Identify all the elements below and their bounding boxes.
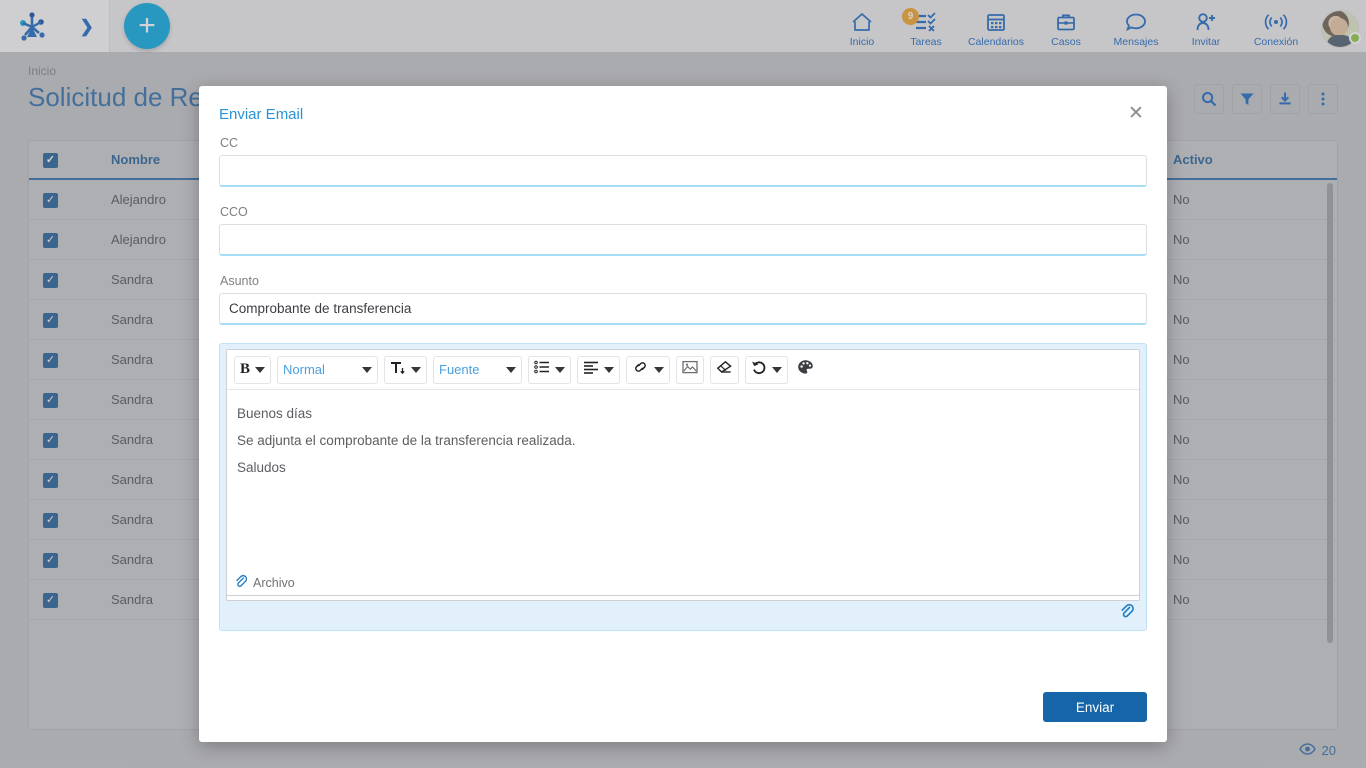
list-button[interactable]: [528, 356, 571, 384]
chevron-down-icon[interactable]: [654, 367, 664, 373]
email-form: CC CCO Asunto Comprobante de transferenc…: [219, 136, 1147, 631]
chevron-down-icon[interactable]: [555, 367, 565, 373]
attachment-label: Archivo: [253, 576, 295, 590]
link-icon: [632, 360, 649, 379]
close-icon[interactable]: ✕: [1125, 102, 1147, 124]
chevron-down-icon[interactable]: [772, 367, 782, 373]
text-size-icon: [390, 360, 406, 380]
link-button[interactable]: [626, 356, 670, 384]
color-button[interactable]: [794, 356, 817, 384]
chevron-down-icon[interactable]: [411, 367, 421, 373]
send-email-modal: Enviar Email ✕ CC CCO Asunto Comprobante…: [199, 86, 1167, 742]
image-icon: [682, 360, 698, 379]
rich-text-editor: B Normal Fuente: [219, 343, 1147, 631]
editor-box: B Normal Fuente: [226, 349, 1140, 601]
bold-button[interactable]: B: [234, 356, 271, 384]
undo-button[interactable]: [745, 356, 788, 384]
attach-file-button[interactable]: [1119, 603, 1134, 624]
bold-icon: B: [240, 361, 250, 378]
chevron-down-icon[interactable]: [604, 367, 614, 373]
editor-toolbar: B Normal Fuente: [227, 350, 1139, 390]
modal-title: Enviar Email: [219, 106, 303, 123]
send-button[interactable]: Enviar: [1043, 692, 1147, 722]
image-button[interactable]: [676, 356, 704, 384]
asunto-input[interactable]: Comprobante de transferencia: [219, 293, 1147, 325]
eraser-button[interactable]: [710, 356, 739, 384]
font-family-select[interactable]: Fuente: [433, 356, 522, 384]
eraser-icon: [716, 360, 733, 379]
paperclip-icon: [234, 574, 247, 591]
undo-icon: [751, 360, 767, 380]
editor-line-1: Buenos días: [237, 406, 1129, 421]
chevron-down-icon[interactable]: [362, 367, 372, 373]
paragraph-style-value: Normal: [283, 362, 357, 377]
attachment-row[interactable]: Archivo: [226, 570, 1140, 596]
paragraph-style-select[interactable]: Normal: [277, 356, 378, 384]
font-size-button[interactable]: [384, 356, 427, 384]
editor-line-2: Se adjunta el comprobante de la transfer…: [237, 433, 1129, 448]
cc-input[interactable]: [219, 155, 1147, 187]
asunto-label: Asunto: [220, 274, 1147, 288]
editor-line-3: Saludos: [237, 460, 1129, 475]
bullet-list-icon: [534, 360, 550, 379]
editor-body[interactable]: Buenos días Se adjunta el comprobante de…: [227, 390, 1139, 475]
cco-label: CCO: [220, 205, 1147, 219]
spacer-1: [219, 187, 1147, 205]
align-left-icon: [583, 360, 599, 379]
chevron-down-icon[interactable]: [255, 367, 265, 373]
spacer-2: [219, 256, 1147, 274]
palette-icon: [797, 359, 814, 380]
font-family-value: Fuente: [439, 362, 501, 377]
cc-label: CC: [220, 136, 1147, 150]
align-button[interactable]: [577, 356, 620, 384]
chevron-down-icon[interactable]: [506, 367, 516, 373]
cco-input[interactable]: [219, 224, 1147, 256]
